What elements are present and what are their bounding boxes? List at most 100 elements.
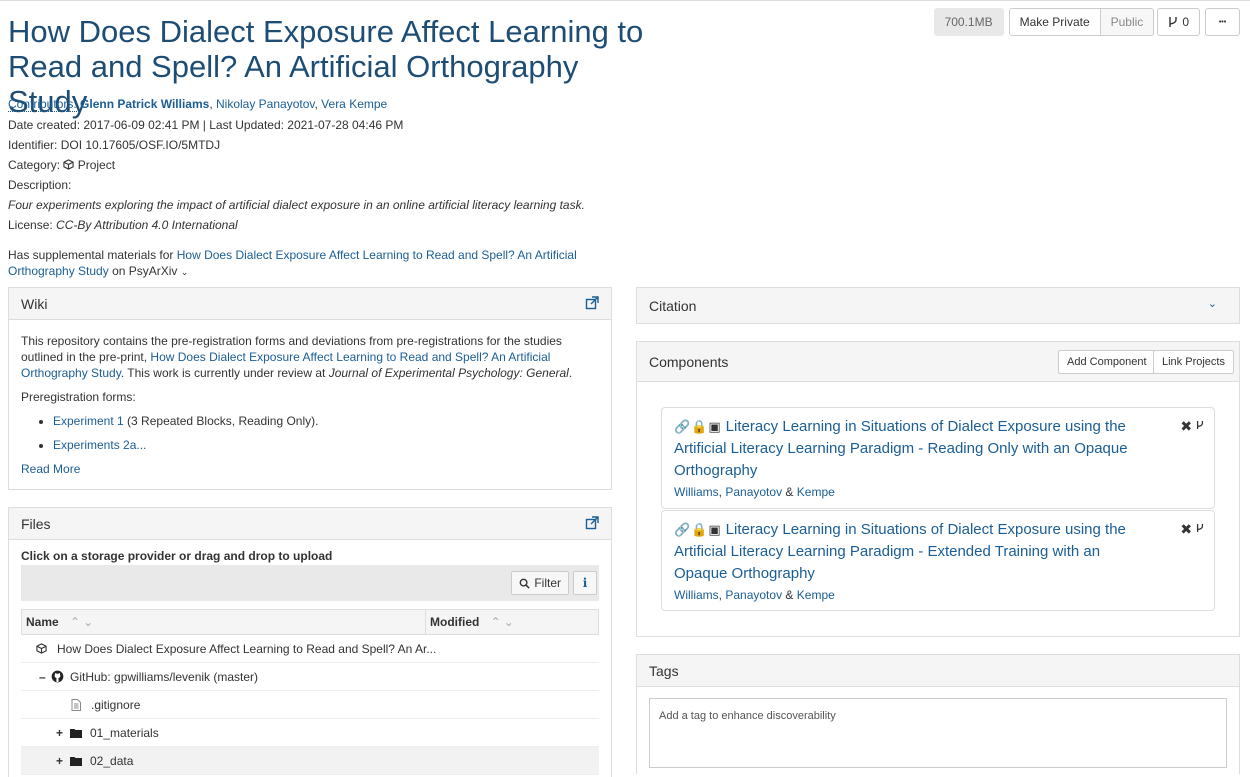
- storage-size-badge: 700.1MB: [933, 8, 1004, 36]
- file-name: .gitignore: [91, 697, 141, 712]
- component-card: 🔗🔒▣ Literacy Learning in Situations of Di…: [661, 510, 1215, 611]
- wiki-panel: Wiki This repository contains the pre-re…: [8, 287, 612, 490]
- author-separator: ,: [718, 485, 723, 499]
- add-component-button[interactable]: Add Component: [1058, 350, 1156, 374]
- table-row[interactable]: – GitHub: gpwilliams/levenik (master): [21, 663, 599, 691]
- description-label: Description:: [8, 178, 72, 192]
- prereg-label: Preregistration forms:: [21, 390, 136, 404]
- remove-icon[interactable]: ✖: [1180, 418, 1192, 434]
- chevron-down-icon[interactable]: ⌄: [1208, 297, 1217, 310]
- external-link-icon[interactable]: [585, 296, 599, 310]
- file-name: GitHub: gpwilliams/levenik (master): [70, 669, 259, 684]
- components-panel: Components Add Component Link Projects 🔗…: [636, 341, 1240, 637]
- file-name: 02_data: [90, 753, 134, 768]
- author-link[interactable]: Williams: [674, 485, 719, 499]
- column-modified[interactable]: Modified ⌃⌄: [426, 610, 521, 634]
- license-line: License: CC-By Attribution 4.0 Internati…: [8, 217, 238, 233]
- project-toolbar: 700.1MB Make Private Public 0 •••: [933, 8, 1240, 36]
- more-options-button[interactable]: •••: [1205, 8, 1240, 36]
- description-text: Four experiments exploring the impact of…: [8, 198, 585, 212]
- column-modified-label: Modified: [430, 615, 480, 629]
- component-title-block: 🔗🔒▣ Literacy Learning in Situations of Di…: [674, 519, 1144, 585]
- wiki-heading: Wiki: [21, 295, 48, 312]
- table-row[interactable]: + 01_materials: [21, 719, 599, 747]
- make-private-button[interactable]: Make Private: [1008, 8, 1101, 36]
- wiki-journal: Journal of Experimental Psychology: Gene…: [328, 366, 569, 380]
- contributors-line: Contributors: Glenn Patrick Williams, Ni…: [8, 97, 388, 112]
- sort-icon[interactable]: ⌃⌄: [70, 615, 96, 629]
- component-title-link[interactable]: Literacy Learning in Situations of Diale…: [674, 521, 1126, 582]
- file-table: Name ⌃⌄ Modified ⌃⌄ How Does Dialect Exp…: [21, 609, 599, 775]
- author-separator: ,: [718, 588, 723, 602]
- sort-icon[interactable]: ⌃⌄: [491, 615, 517, 629]
- filter-button[interactable]: Filter: [511, 571, 569, 595]
- supplemental-line: Has supplemental materials for How Does …: [8, 247, 588, 280]
- author-link[interactable]: Kempe: [797, 485, 835, 499]
- wiki-text: . This work is currently under review at: [120, 366, 326, 380]
- files-header: Files: [9, 508, 611, 540]
- project-cube-icon: [36, 643, 47, 654]
- citation-panel[interactable]: Citation ⌄: [636, 287, 1240, 324]
- components-heading: Components: [649, 353, 729, 370]
- column-name[interactable]: Name ⌃⌄: [22, 610, 426, 634]
- tag-input[interactable]: Add a tag to enhance discoverability: [649, 698, 1227, 768]
- contributor-link[interactable]: Vera Kempe: [321, 97, 387, 111]
- tags-heading: Tags: [649, 662, 679, 679]
- tags-panel: Tags Add a tag to enhance discoverabilit…: [636, 654, 1240, 774]
- expand-toggle[interactable]: +: [56, 726, 70, 740]
- wiki-header: Wiki: [9, 288, 611, 320]
- author-link[interactable]: Kempe: [797, 588, 835, 602]
- read-more-link[interactable]: Read More: [21, 461, 599, 477]
- identifier-line: Identifier: DOI 10.17605/OSF.IO/5MTDJ: [8, 138, 221, 152]
- experiment-link[interactable]: Experiments 2a...: [53, 438, 146, 452]
- component-title-link[interactable]: Literacy Learning in Situations of Diale…: [674, 418, 1128, 479]
- author-link[interactable]: Panayotov: [725, 485, 782, 499]
- table-row[interactable]: How Does Dialect Exposure Affect Learnin…: [21, 635, 599, 663]
- author-link[interactable]: Williams: [674, 588, 719, 602]
- github-icon: [51, 670, 64, 683]
- experiment-desc: (3 Repeated Blocks, Reading Only).: [127, 414, 319, 428]
- link-lock-cube-icons: 🔗🔒▣: [674, 419, 722, 434]
- supplemental-suffix: on PsyArXiv: [112, 264, 178, 278]
- component-actions: ✖: [1180, 418, 1204, 435]
- table-row[interactable]: + 02_data: [21, 747, 599, 775]
- fork-count: 0: [1182, 15, 1189, 29]
- author-separator: &: [785, 485, 794, 499]
- author-link[interactable]: Panayotov: [725, 588, 782, 602]
- link-projects-button[interactable]: Link Projects: [1153, 350, 1234, 374]
- prereg-list: Experiment 1 (3 Repeated Blocks, Reading…: [21, 413, 599, 453]
- wiki-text: .: [568, 366, 573, 380]
- contributor-link[interactable]: Nikolay Panayotov: [216, 97, 315, 111]
- filter-label: Filter: [534, 576, 561, 590]
- component-authors: Williams, Panayotov & Kempe: [674, 485, 835, 499]
- public-button[interactable]: Public: [1100, 8, 1155, 36]
- license-label: License:: [8, 218, 53, 232]
- date-line: Date created: 2017-06-09 02:41 PM | Last…: [8, 118, 404, 132]
- file-icon: [71, 698, 81, 711]
- component-card: 🔗🔒▣ Literacy Learning in Situations of Di…: [661, 407, 1215, 509]
- info-button[interactable]: i: [573, 571, 597, 595]
- external-link-icon[interactable]: [585, 516, 599, 530]
- component-title-block: 🔗🔒▣ Literacy Learning in Situations of Di…: [674, 416, 1144, 482]
- citation-heading: Citation: [649, 297, 697, 314]
- file-table-header: Name ⌃⌄ Modified ⌃⌄: [21, 609, 599, 635]
- component-authors: Williams, Panayotov & Kempe: [674, 588, 835, 602]
- contributor-link[interactable]: Glenn Patrick Williams: [80, 97, 209, 111]
- fork-button[interactable]: 0: [1157, 8, 1200, 36]
- experiment-link[interactable]: Experiment 1: [53, 414, 124, 428]
- citation-header[interactable]: Citation ⌄: [637, 288, 1239, 323]
- table-row[interactable]: .gitignore: [21, 691, 599, 719]
- fork-icon[interactable]: [1196, 419, 1204, 431]
- collapse-toggle[interactable]: –: [39, 670, 51, 684]
- tags-header: Tags: [637, 655, 1239, 687]
- link-lock-cube-icons: 🔗🔒▣: [674, 522, 722, 537]
- category-value: Project: [77, 158, 116, 172]
- folder-icon: [70, 756, 82, 766]
- remove-icon[interactable]: ✖: [1180, 521, 1192, 537]
- column-name-label: Name: [26, 615, 59, 629]
- chevron-down-icon[interactable]: ⌄: [181, 267, 189, 277]
- contributors-label[interactable]: Contributors:: [8, 97, 77, 112]
- fork-icon[interactable]: [1196, 522, 1204, 534]
- category-label: Category:: [8, 158, 61, 172]
- expand-toggle[interactable]: +: [56, 754, 70, 768]
